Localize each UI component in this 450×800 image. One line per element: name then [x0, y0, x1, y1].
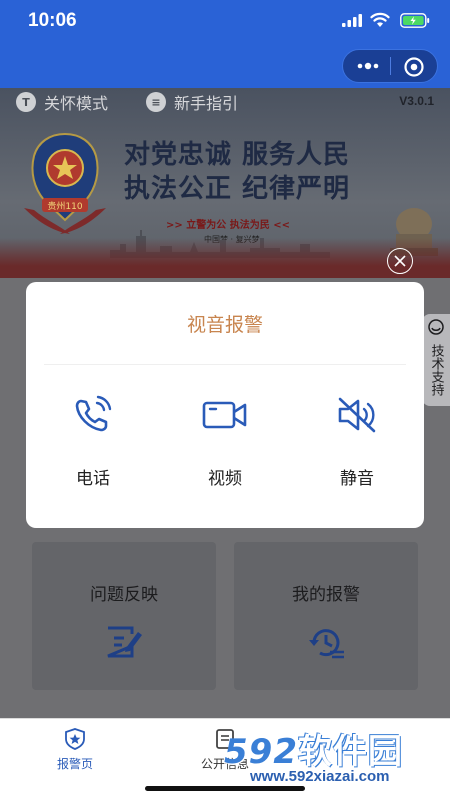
- mute-icon: [338, 397, 376, 433]
- my-alarms-card[interactable]: 我的报警: [234, 542, 418, 690]
- wifi-icon: [370, 12, 390, 27]
- site-watermark: 592软件园 www.592xiazai.com: [224, 724, 403, 785]
- shield-star-icon: [65, 728, 85, 750]
- tech-support-label: 技术支持: [428, 344, 444, 396]
- capsule-divider: [390, 57, 391, 75]
- care-mode-button[interactable]: T 关怀模式: [16, 90, 108, 114]
- watermark-url: www.592xiazai.com: [250, 768, 390, 785]
- banner-red-band: [0, 238, 450, 278]
- status-bar: 10:06: [0, 0, 450, 44]
- tab-alarm-home-label: 报警页: [56, 757, 93, 771]
- version-label: V3.0.1: [399, 94, 434, 108]
- watermark-number: 592: [224, 732, 298, 772]
- guide-label: 新手指引: [174, 94, 239, 113]
- cellular-signal-icon: [342, 14, 362, 27]
- headset-icon: [428, 319, 444, 335]
- battery-icon: [400, 13, 430, 28]
- feedback-card[interactable]: 问题反映: [32, 542, 216, 690]
- tab-alarm-home[interactable]: 报警页: [20, 727, 130, 772]
- mute-label: 静音: [340, 469, 374, 489]
- care-mode-label: 关怀模式: [44, 94, 109, 113]
- police-badge-icon: 贵州110: [24, 132, 106, 234]
- more-options-icon[interactable]: [357, 58, 379, 74]
- feedback-card-title: 问题反映: [90, 585, 158, 605]
- phone-icon: [75, 395, 112, 432]
- close-modal-button[interactable]: [387, 248, 413, 274]
- my-alarms-card-title: 我的报警: [292, 585, 360, 605]
- phone-call-button[interactable]: 电话: [48, 390, 138, 489]
- status-time: 10:06: [28, 10, 77, 31]
- av-alarm-modal: 视音报警 电话 视频 静音: [26, 282, 424, 528]
- video-call-button[interactable]: 视频: [180, 390, 270, 489]
- badge-text: 贵州110: [47, 200, 82, 212]
- close-miniprogram-icon[interactable]: [403, 56, 425, 78]
- phone-label: 电话: [76, 469, 110, 489]
- history-icon: [309, 629, 344, 659]
- guide-button[interactable]: ≡ 新手指引: [146, 90, 238, 114]
- watermark-brand: 软件园: [297, 732, 403, 772]
- close-icon: [394, 255, 406, 267]
- guide-icon: ≡: [146, 92, 166, 112]
- hero-banner: T 关怀模式 ≡ 新手指引 V3.0.1 贵州110 对党忠诚 服务人民 执法公…: [0, 88, 450, 278]
- home-indicator: [145, 786, 305, 791]
- video-camera-icon: [202, 401, 247, 429]
- miniprogram-capsule: [342, 49, 438, 83]
- edit-form-icon: [107, 626, 142, 658]
- banner-toolbar: T 关怀模式 ≡ 新手指引 V3.0.1: [0, 88, 450, 114]
- video-label: 视频: [208, 469, 242, 489]
- modal-title: 视音报警: [186, 314, 263, 336]
- tech-support-tab[interactable]: 技术支持: [422, 314, 450, 406]
- nav-bar: [0, 44, 450, 88]
- slogan-line-2: 执法公正 纪律严明: [124, 174, 351, 204]
- care-mode-icon: T: [16, 92, 36, 112]
- mute-call-button[interactable]: 静音: [312, 390, 402, 489]
- modal-divider: [44, 364, 406, 365]
- slogan-line-1: 对党忠诚 服务人民: [124, 140, 351, 170]
